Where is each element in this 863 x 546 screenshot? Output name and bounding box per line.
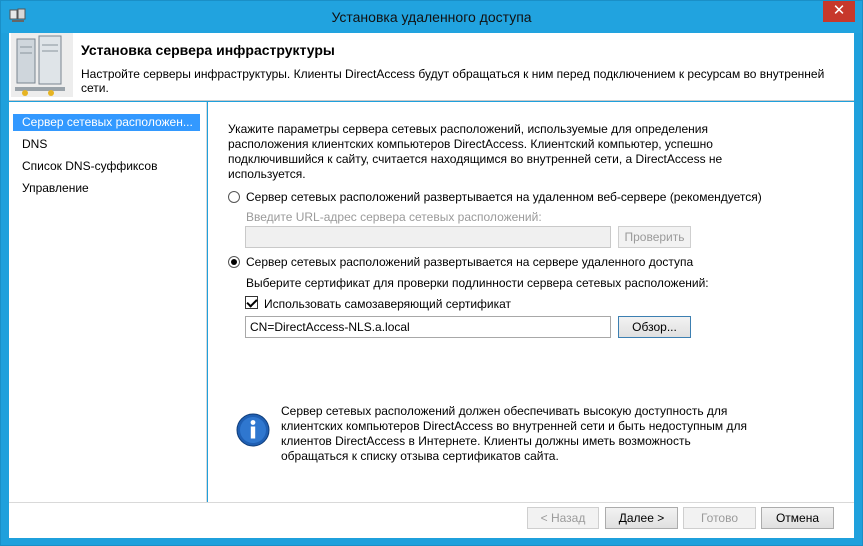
page-header: Установка сервера инфраструктуры Настрой…	[9, 33, 854, 101]
radio-remote-access-server-label[interactable]: Сервер сетевых расположений развертывает…	[246, 255, 693, 269]
self-signed-checkbox-label[interactable]: Использовать самозаверяющий сертификат	[264, 297, 511, 311]
main-content: Укажите параметры сервера сетевых распол…	[208, 102, 854, 502]
nav-item-dns[interactable]: DNS	[13, 136, 47, 153]
radio-remote-web-server-label[interactable]: Сервер сетевых расположений развертывает…	[246, 190, 762, 204]
url-input[interactable]	[245, 226, 611, 248]
title-bar[interactable]: Установка удаленного доступа ✕	[1, 1, 862, 33]
radio-remote-access-server[interactable]	[228, 256, 240, 268]
page-description: Настройте серверы инфраструктуры. Клиент…	[81, 67, 825, 95]
wizard-footer: < Назад Далее > Готово Отмена	[9, 502, 854, 538]
certificate-input[interactable]: CN=DirectAccess-NLS.a.local	[245, 316, 611, 338]
window-title: Установка удаленного доступа	[331, 9, 532, 25]
wizard-window: Установка удаленного доступа ✕ Установка…	[0, 0, 863, 546]
cancel-button[interactable]: Отмена	[761, 507, 834, 529]
browse-button[interactable]: Обзор...	[618, 316, 691, 338]
check-button[interactable]: Проверить	[618, 226, 691, 248]
intro-text: Укажите параметры сервера сетевых распол…	[228, 122, 723, 181]
finish-button[interactable]: Готово	[683, 507, 756, 529]
nav-item-management[interactable]: Управление	[13, 180, 89, 197]
info-text: Сервер сетевых расположений должен обесп…	[281, 404, 747, 463]
certificate-label: Выберите сертификат для проверки подлинн…	[246, 276, 709, 290]
nav-item-dns-suffix-list[interactable]: Список DNS-суффиксов	[13, 158, 157, 175]
self-signed-checkbox[interactable]	[245, 296, 258, 309]
close-button[interactable]: ✕	[823, 1, 855, 22]
url-field-label: Введите URL-адрес сервера сетевых распол…	[246, 210, 542, 224]
next-button[interactable]: Далее >	[605, 507, 678, 529]
server-infrastructure-icon	[11, 33, 73, 97]
info-icon	[236, 413, 270, 447]
nav-item-network-location-server[interactable]: Сервер сетевых расположен...	[13, 114, 200, 131]
page-title: Установка сервера инфраструктуры	[81, 42, 335, 58]
radio-remote-web-server[interactable]	[228, 191, 240, 203]
back-button[interactable]: < Назад	[527, 507, 599, 529]
wizard-nav: Сервер сетевых расположен... DNS Список …	[9, 102, 207, 502]
